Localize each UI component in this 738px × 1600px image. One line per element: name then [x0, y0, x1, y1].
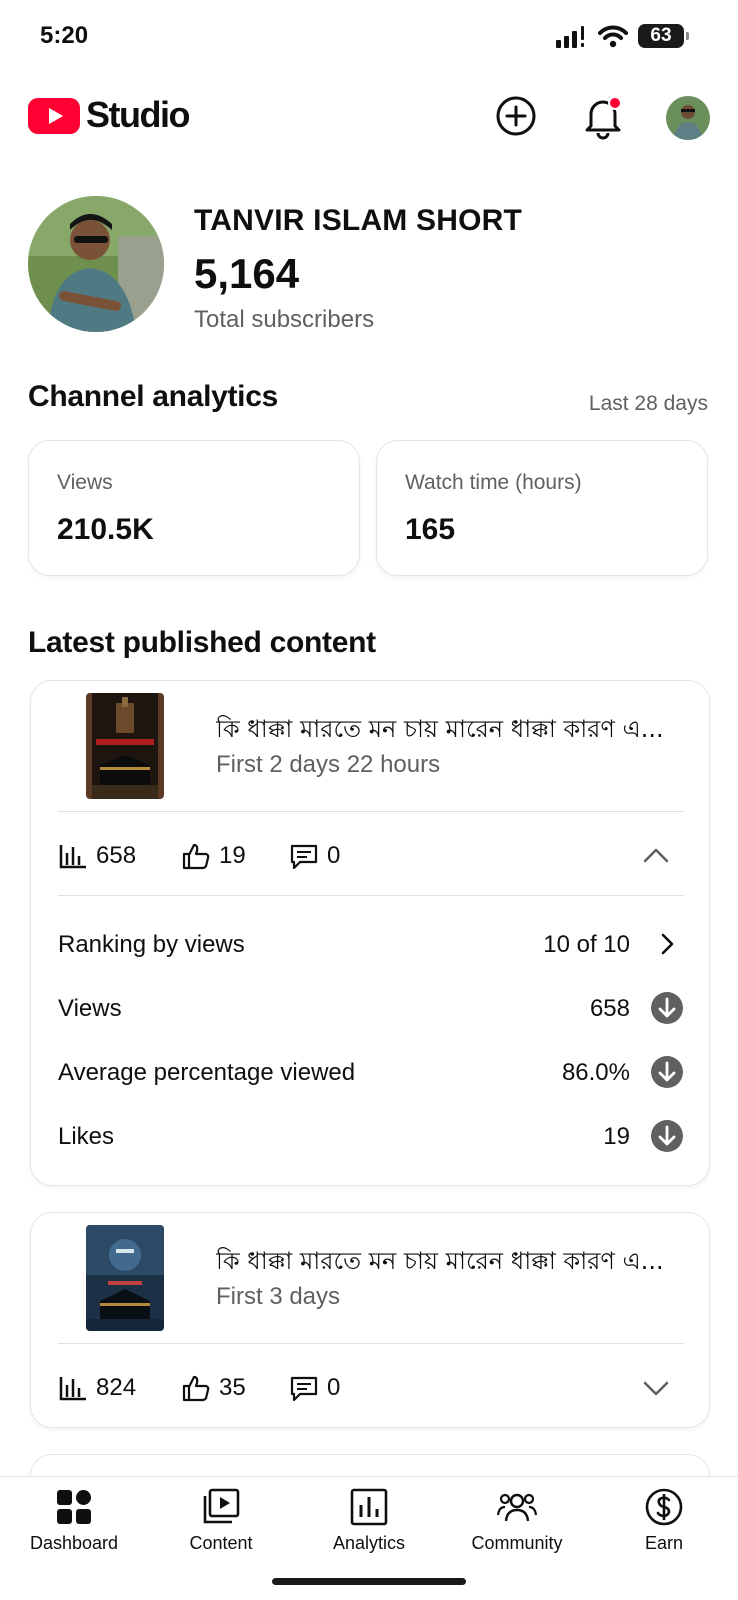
metric-value: 210.5K: [57, 513, 154, 546]
earn-dollar-icon: [645, 1488, 683, 1526]
detail-label: Ranking by views: [58, 931, 245, 958]
nav-label: Content: [189, 1533, 253, 1553]
create-plus-icon[interactable]: [494, 94, 538, 138]
views-stat: 824: [58, 1373, 136, 1403]
channel-avatar[interactable]: [28, 196, 164, 332]
metric-value: 165: [405, 513, 456, 546]
chevron-down-icon[interactable]: [639, 1371, 673, 1405]
arrow-down-circle-icon: [651, 1120, 683, 1152]
wifi-icon: [598, 25, 628, 48]
video-thumbnail[interactable]: [86, 1225, 164, 1331]
metric-label: Watch time (hours): [405, 471, 582, 494]
comments-stat: 0: [289, 841, 340, 871]
latest-section-title: Latest published content: [28, 626, 376, 659]
video-meta: First 3 days: [216, 1283, 341, 1310]
content-card[interactable]: কি ধাক্কা মারতে মন চায় মারেন ধাক্কা কার…: [30, 1212, 710, 1428]
analytics-icon: [350, 1488, 388, 1526]
nav-analytics[interactable]: Analytics: [299, 1487, 439, 1567]
comments-count: 0: [327, 842, 341, 869]
thumbs-up-icon: [182, 843, 210, 870]
video-meta: First 2 days 22 hours: [216, 751, 441, 778]
views-stat: 658: [58, 841, 136, 871]
thumbs-up-icon: [182, 1375, 210, 1402]
divider: [58, 1343, 684, 1344]
content-icon: [203, 1488, 240, 1524]
community-icon: [497, 1493, 537, 1522]
youtube-logo-icon[interactable]: [28, 98, 80, 134]
content-card[interactable]: কি ধাক্কা মারতে মন চায় মারেন ধাক্কা কার…: [30, 680, 710, 1186]
likes-count: 19: [219, 842, 246, 869]
nav-content[interactable]: Content: [151, 1487, 291, 1567]
subscriber-count: 5,164: [194, 250, 300, 297]
detail-label: Likes: [58, 1123, 115, 1150]
home-indicator[interactable]: [272, 1578, 466, 1585]
arrow-down-circle-icon: [651, 1056, 683, 1088]
avg-percentage-row: Average percentage viewed 86.0%: [58, 1053, 684, 1093]
notification-bell-button[interactable]: [580, 92, 626, 140]
views-count: 824: [96, 1374, 137, 1401]
bar-chart-icon: [59, 1377, 86, 1401]
nav-label: Analytics: [332, 1533, 406, 1553]
comment-icon: [290, 844, 318, 870]
metric-label: Views: [57, 471, 113, 494]
avatar[interactable]: [666, 96, 710, 140]
analytics-section-title: Channel analytics: [28, 380, 278, 413]
video-title[interactable]: কি ধাক্কা মারতে মন চায় মারেন ধাক্কা কার…: [216, 711, 686, 751]
subscriber-label: Total subscribers: [194, 306, 375, 333]
likes-stat: 19: [181, 841, 246, 871]
comments-stat: 0: [289, 1373, 340, 1403]
nav-label: Earn: [644, 1533, 684, 1553]
detail-value: 658: [589, 995, 630, 1022]
nav-label: Dashboard: [29, 1533, 119, 1553]
analytics-range: Last 28 days: [588, 392, 708, 415]
app-header: Studio: [0, 80, 738, 156]
battery-icon: 63: [638, 24, 690, 48]
nav-earn[interactable]: Earn: [594, 1487, 734, 1567]
status-time: 5:20: [40, 22, 89, 49]
detail-label: Views: [58, 995, 122, 1022]
views-count: 658: [96, 842, 137, 869]
detail-value: 10 of 10: [543, 931, 630, 958]
brand-name[interactable]: Studio: [86, 94, 190, 136]
dashboard-icon: [57, 1490, 91, 1524]
nav-dashboard[interactable]: Dashboard: [4, 1487, 144, 1567]
status-bar: 5:20 63: [0, 0, 738, 72]
likes-row: Likes 19: [58, 1117, 684, 1157]
detail-value: 19: [603, 1123, 630, 1150]
studio-dashboard: 5:20 63 Studio TANVIR ISLAM SHORT 5,164 …: [0, 0, 738, 1600]
likes-stat: 35: [181, 1373, 246, 1403]
nav-label: Community: [471, 1533, 563, 1553]
comments-count: 0: [327, 1374, 341, 1401]
detail-value: 86.0%: [561, 1059, 630, 1086]
nav-community[interactable]: Community: [447, 1487, 587, 1567]
notification-dot: [608, 96, 622, 110]
divider: [58, 811, 684, 812]
signal-icon: [556, 26, 584, 48]
bar-chart-icon: [59, 845, 86, 869]
likes-count: 35: [219, 1374, 246, 1401]
arrow-down-circle-icon: [651, 992, 683, 1024]
channel-name: TANVIR ISLAM SHORT: [194, 204, 523, 237]
ranking-row[interactable]: Ranking by views 10 of 10: [58, 925, 684, 965]
detail-label: Average percentage viewed: [58, 1059, 356, 1086]
divider: [58, 895, 684, 896]
metric-card-watch-time[interactable]: Watch time (hours) 165: [376, 440, 708, 576]
views-row: Views 658: [58, 989, 684, 1029]
chevron-up-icon[interactable]: [639, 839, 673, 873]
battery-level: 63: [638, 24, 684, 48]
video-title[interactable]: কি ধাক্কা মারতে মন চায় মারেন ধাক্কা কার…: [216, 1243, 686, 1283]
metric-card-views[interactable]: Views 210.5K: [28, 440, 360, 576]
video-thumbnail[interactable]: [86, 693, 164, 799]
chevron-right-icon[interactable]: [650, 927, 684, 961]
comment-icon: [290, 1376, 318, 1402]
